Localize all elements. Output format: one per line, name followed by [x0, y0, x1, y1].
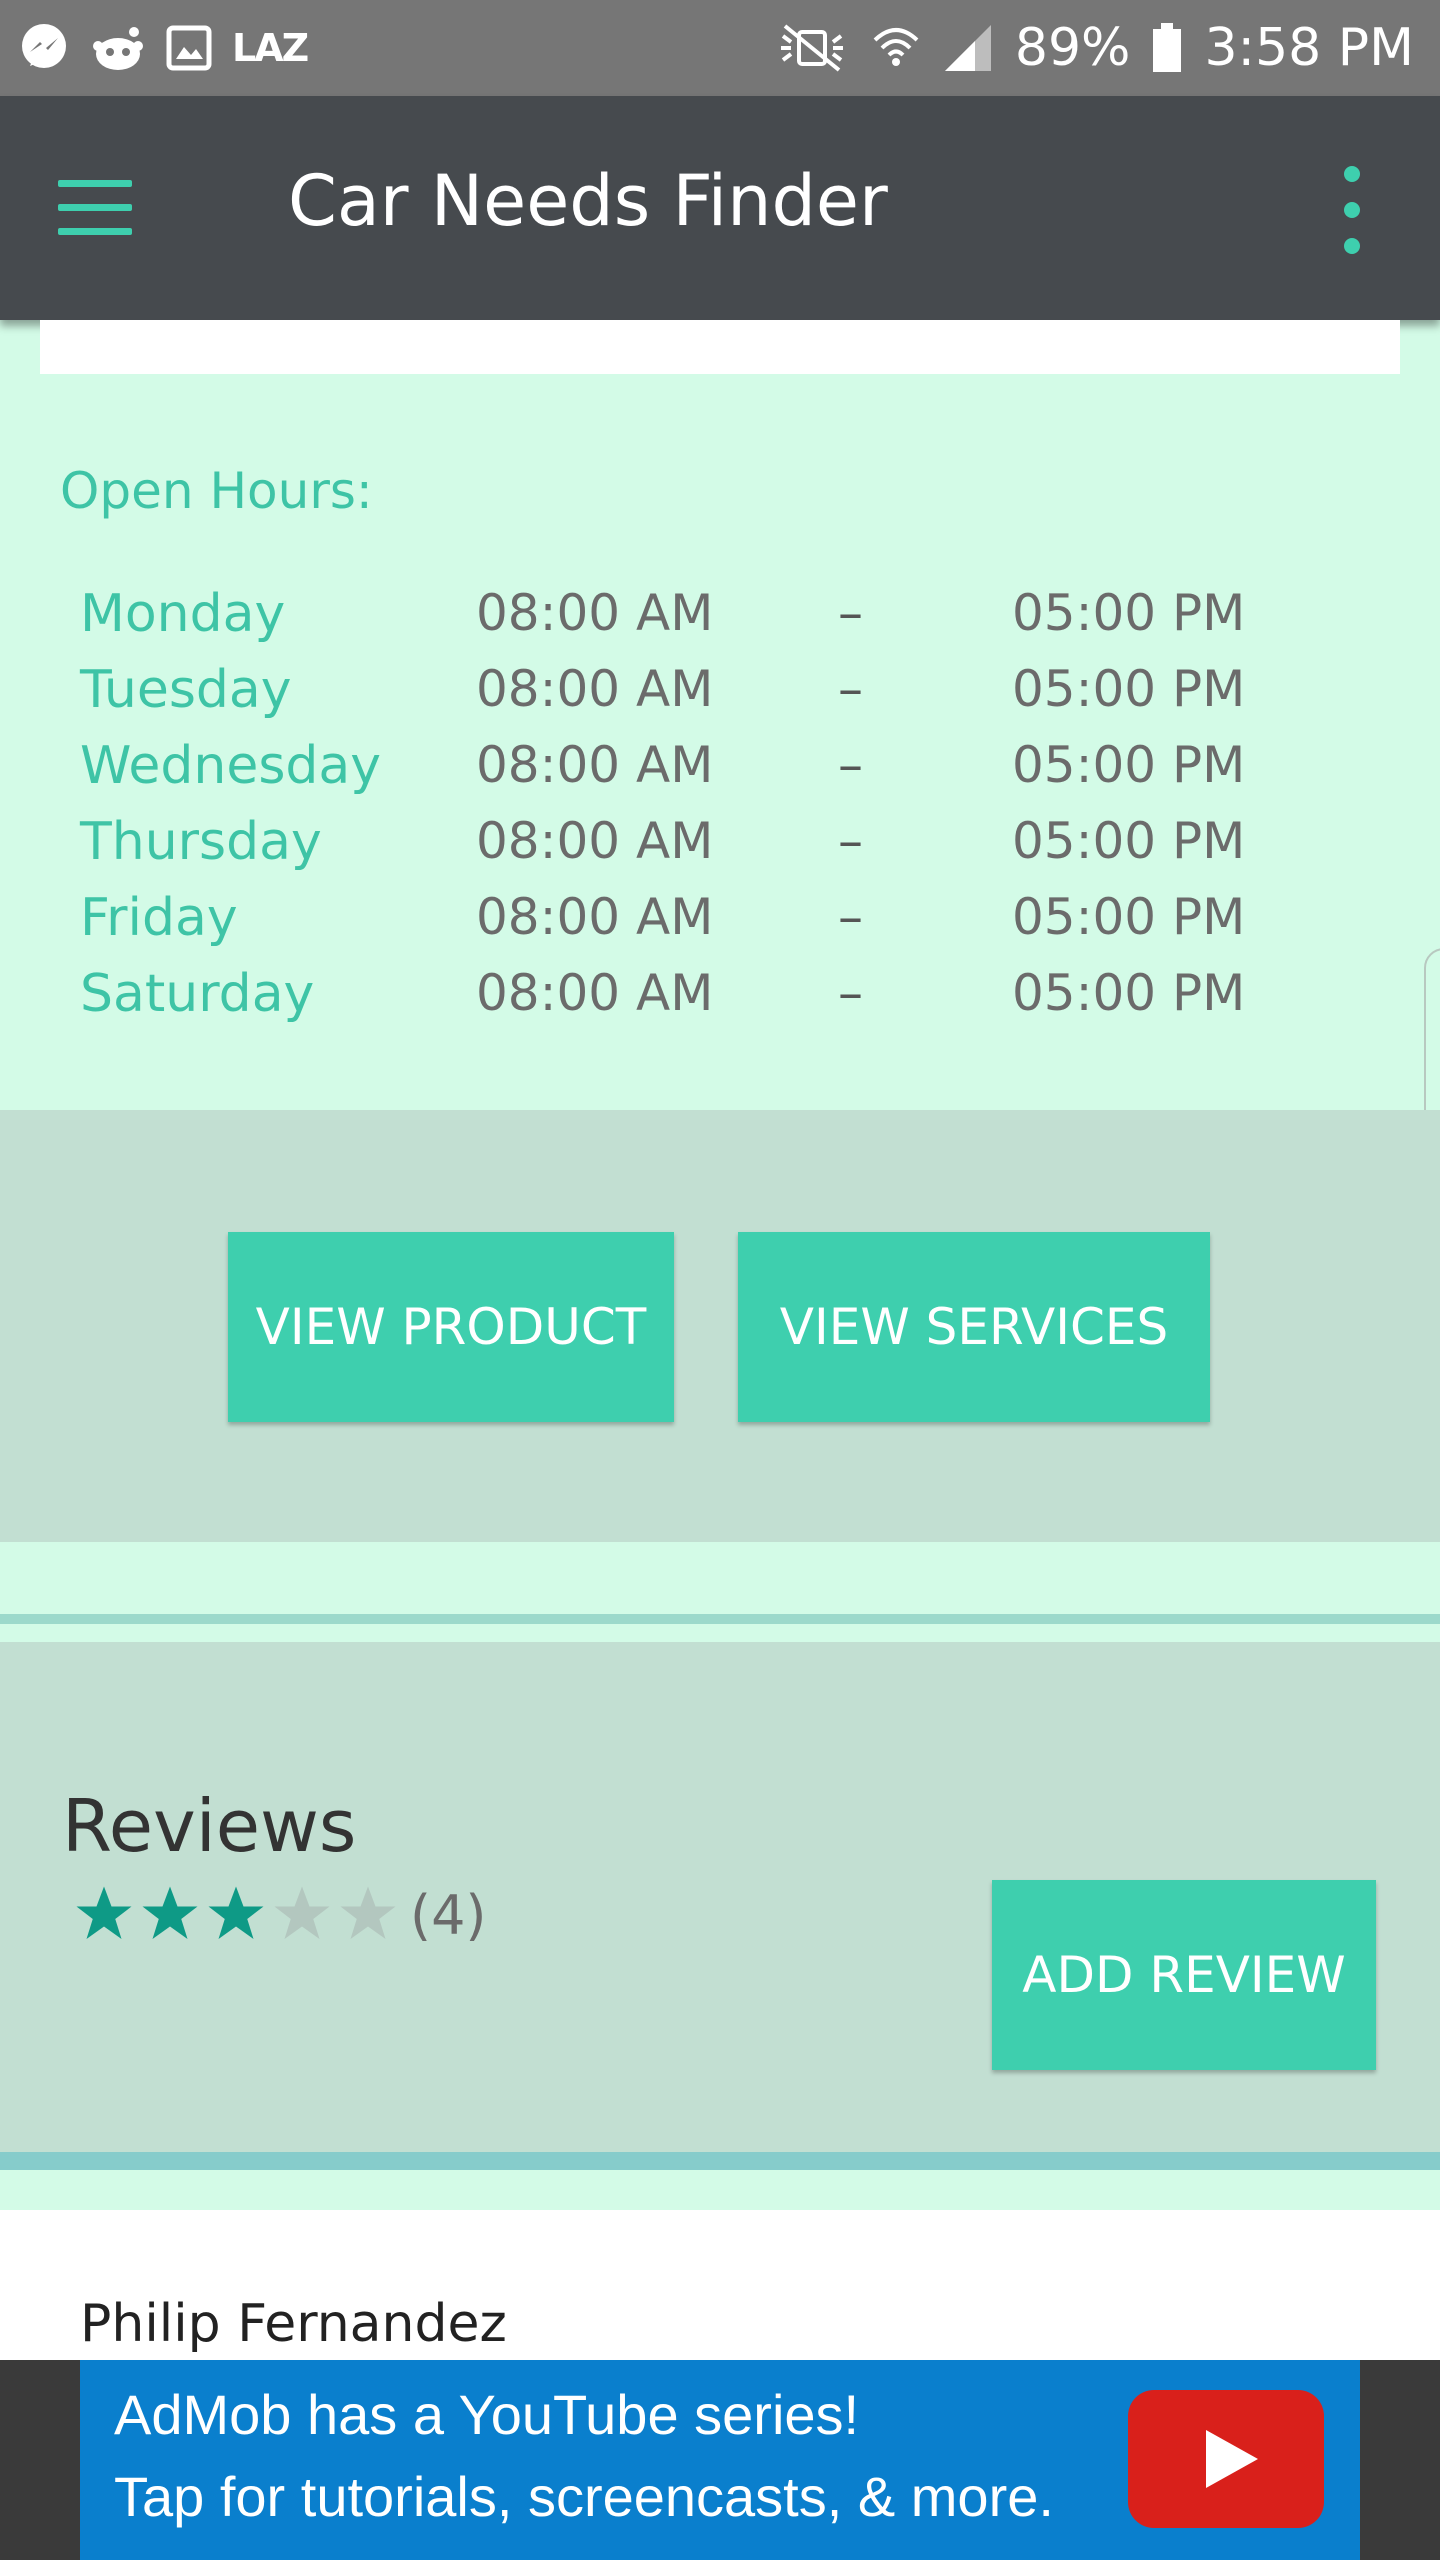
signal-icon [943, 23, 993, 73]
open-time: 08:00 AM [476, 812, 714, 870]
hours-row-tuesday: Tuesday 08:00 AM – 05:00 PM [0, 660, 1440, 736]
battery-icon [1152, 23, 1182, 73]
ad-headline: AdMob has a YouTube series! [114, 2383, 860, 2446]
hours-row-thursday: Thursday 08:00 AM – 05:00 PM [0, 812, 1440, 888]
mute-icon [775, 22, 849, 74]
time-separator: – [838, 736, 863, 794]
wifi-icon [871, 22, 921, 74]
close-time: 05:00 PM [1012, 964, 1246, 1022]
day-label: Tuesday [80, 660, 292, 720]
close-time: 05:00 PM [1012, 812, 1246, 870]
star-filled-icon [208, 1886, 264, 1939]
star-empty-icon [274, 1886, 330, 1939]
close-time: 05:00 PM [1012, 584, 1246, 642]
card-divider [0, 1614, 1440, 1624]
carrier-label: LAZ [232, 26, 309, 70]
open-time: 08:00 AM [476, 660, 714, 718]
clock: 3:58 PM [1204, 18, 1414, 78]
day-label: Thursday [80, 812, 322, 872]
app-bar: Car Needs Finder [0, 96, 1440, 320]
day-label: Monday [80, 584, 286, 644]
open-time: 08:00 AM [476, 888, 714, 946]
menu-icon[interactable] [58, 180, 134, 236]
time-separator: – [838, 888, 863, 946]
reddit-icon [90, 22, 146, 74]
ad-subline: Tap for tutorials, screencasts, & more. [114, 2465, 1054, 2528]
youtube-play-icon[interactable] [1128, 2390, 1324, 2528]
hours-row-friday: Friday 08:00 AM – 05:00 PM [0, 888, 1440, 964]
open-time: 08:00 AM [476, 736, 714, 794]
card-bottom-strip [40, 320, 1400, 374]
time-separator: – [838, 584, 863, 642]
battery-percent: 89% [1014, 18, 1131, 78]
star-filled-icon [142, 1886, 198, 1939]
time-separator: – [838, 660, 863, 718]
open-time: 08:00 AM [476, 584, 714, 642]
open-hours-label: Open Hours: [60, 462, 373, 520]
time-separator: – [838, 964, 863, 1022]
review-count: (4) [410, 1884, 487, 1947]
star-empty-icon [340, 1886, 396, 1939]
section-spacer [0, 2170, 1440, 2210]
day-label: Wednesday [80, 736, 382, 796]
ad-banner[interactable]: AdMob has a YouTube series! Tap for tuto… [80, 2360, 1360, 2560]
view-services-button[interactable]: VIEW SERVICES [738, 1232, 1210, 1422]
time-separator: – [838, 812, 863, 870]
gallery-icon [166, 25, 212, 71]
reviews-title: Reviews [62, 1784, 357, 1868]
app-title: Car Needs Finder [288, 160, 888, 242]
hours-row-saturday: Saturday 08:00 AM – 05:00 PM [0, 964, 1440, 1040]
hours-row-wednesday: Wednesday 08:00 AM – 05:00 PM [0, 736, 1440, 812]
view-product-button[interactable]: VIEW PRODUCT [228, 1232, 674, 1422]
section-divider [0, 2152, 1440, 2170]
close-time: 05:00 PM [1012, 736, 1246, 794]
open-time: 08:00 AM [476, 964, 714, 1022]
actions-band [0, 1110, 1440, 1542]
status-bar: LAZ 89% 3:58 PM [0, 0, 1440, 96]
day-label: Saturday [80, 964, 315, 1024]
reviewer-name: Philip Fernandez [80, 2294, 507, 2354]
day-label: Friday [80, 888, 238, 948]
messenger-icon [18, 22, 70, 74]
overflow-menu-icon[interactable] [1328, 166, 1376, 256]
add-review-button[interactable]: ADD REVIEW [992, 1880, 1376, 2070]
close-time: 05:00 PM [1012, 888, 1246, 946]
hours-row-monday: Monday 08:00 AM – 05:00 PM [0, 584, 1440, 660]
close-time: 05:00 PM [1012, 660, 1246, 718]
rating-stars [74, 1884, 398, 1944]
star-filled-icon [76, 1886, 132, 1939]
